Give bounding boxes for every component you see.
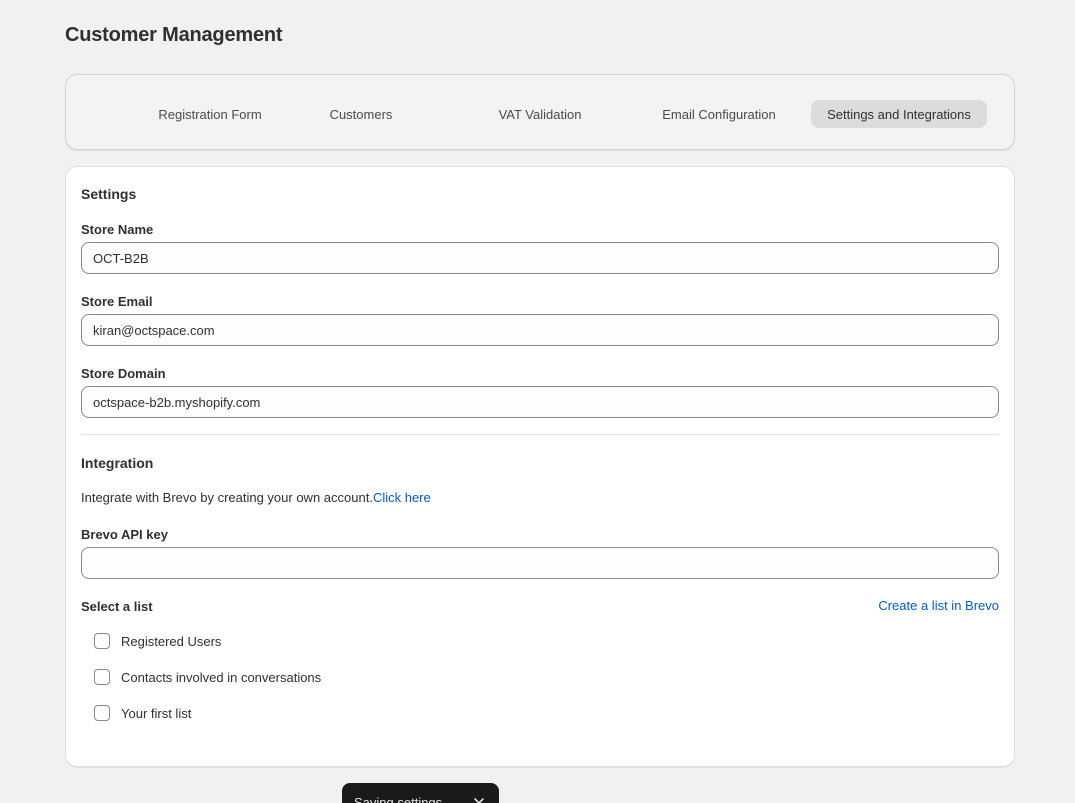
store-domain-label: Store Domain xyxy=(81,366,166,381)
tab-settings-and-integrations[interactable]: Settings and Integrations xyxy=(811,100,987,128)
list-option-label: Contacts involved in conversations xyxy=(121,669,322,685)
contacts-conversations-checkbox[interactable] xyxy=(94,669,110,685)
store-email-label: Store Email xyxy=(81,294,153,309)
list-option-your-first-list[interactable]: Your first list xyxy=(94,704,191,722)
create-list-link[interactable]: Create a list in Brevo xyxy=(878,598,999,613)
tabs-bar: Registration Form Customers VAT Validati… xyxy=(65,74,1015,150)
list-option-contacts-conversations[interactable]: Contacts involved in conversations xyxy=(94,668,321,686)
your-first-list-checkbox[interactable] xyxy=(94,705,110,721)
tab-email-configuration[interactable]: Email Configuration xyxy=(652,100,786,128)
integration-intro-text: Integrate with Brevo by creating your ow… xyxy=(81,490,373,505)
store-email-input[interactable] xyxy=(81,314,999,346)
page-title: Customer Management xyxy=(65,24,283,46)
list-option-registered-users[interactable]: Registered Users xyxy=(94,632,221,650)
toast-message: Saving settings xyxy=(354,795,443,803)
click-here-link[interactable]: Click here xyxy=(373,490,431,505)
store-name-label: Store Name xyxy=(81,222,154,237)
page: Customer Management Registration Form Cu… xyxy=(0,0,1075,803)
tab-vat-validation[interactable]: VAT Validation xyxy=(486,100,594,128)
list-option-label: Your first list xyxy=(121,705,192,721)
store-domain-input[interactable] xyxy=(81,386,999,418)
settings-card: Settings Store Name Store Email Store Do… xyxy=(65,166,1015,767)
settings-section-title: Settings xyxy=(81,186,137,202)
list-option-label: Registered Users xyxy=(121,633,222,649)
integration-section-title: Integration xyxy=(81,455,154,471)
close-icon[interactable] xyxy=(471,795,487,803)
saving-toast: Saving settings xyxy=(342,783,499,803)
tab-customers[interactable]: Customers xyxy=(309,100,413,128)
store-name-input[interactable] xyxy=(81,242,999,274)
brevo-api-key-input[interactable] xyxy=(81,547,999,579)
registered-users-checkbox[interactable] xyxy=(94,633,110,649)
integration-intro: Integrate with Brevo by creating your ow… xyxy=(81,490,431,505)
brevo-api-key-label: Brevo API key xyxy=(81,527,168,542)
select-list-label: Select a list xyxy=(81,599,153,614)
section-divider xyxy=(81,434,999,435)
tab-registration-form[interactable]: Registration Form xyxy=(130,100,290,128)
